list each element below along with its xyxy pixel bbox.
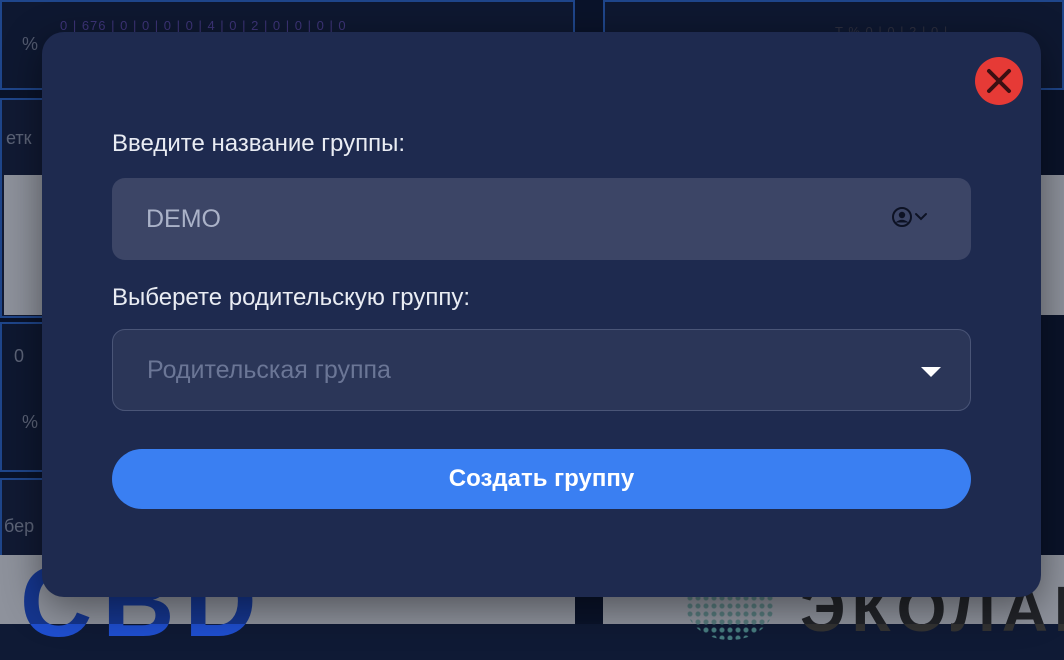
group-name-input[interactable]: DEMO <box>112 178 971 260</box>
chevron-down-icon <box>915 213 927 221</box>
caret-down-icon[interactable] <box>920 365 942 383</box>
parent-group-select[interactable]: Родительская группа <box>112 329 971 411</box>
user-circle-icon <box>892 207 912 227</box>
parent-group-label: Выберете родительскую группу: <box>112 284 471 311</box>
create-group-button[interactable]: Создать группу <box>112 449 971 509</box>
parent-group-placeholder: Родительская группа <box>147 355 391 384</box>
group-name-value: DEMO <box>146 204 221 233</box>
group-name-label: Введите название группы: <box>112 130 406 157</box>
close-icon <box>987 69 1011 93</box>
create-group-modal <box>42 32 1041 597</box>
close-button[interactable] <box>975 57 1023 105</box>
user-selector-button[interactable] <box>890 205 938 234</box>
